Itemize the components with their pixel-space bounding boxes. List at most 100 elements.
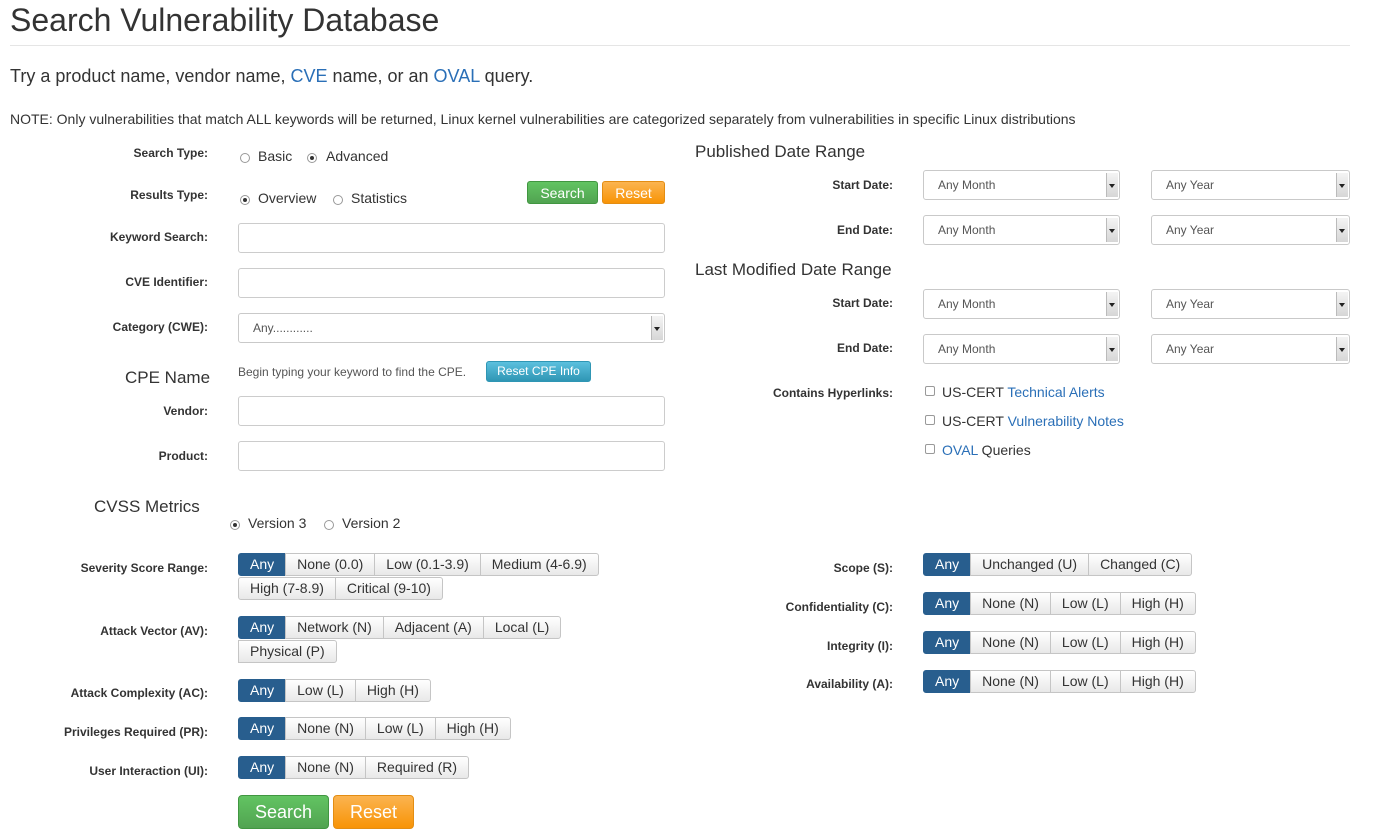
technical-alerts-checkbox[interactable] <box>925 386 935 396</box>
cvss-version3-label: Version 3 <box>248 515 307 531</box>
pr-high-button[interactable]: High (H) <box>434 717 511 740</box>
published-end-year-select[interactable]: Any Year <box>1151 215 1350 245</box>
severity-segment-row2: High (7-8.9) Critical (9-10) <box>238 577 443 600</box>
chevron-down-icon <box>651 316 663 340</box>
pr-any-button[interactable]: Any <box>238 717 287 740</box>
int-low-button[interactable]: Low (L) <box>1049 631 1121 654</box>
vendor-label: Vendor: <box>163 404 208 418</box>
int-high-button[interactable]: High (H) <box>1119 631 1196 654</box>
product-label: Product: <box>158 449 208 463</box>
ac-high-button[interactable]: High (H) <box>354 679 431 702</box>
reset-button-bottom[interactable]: Reset <box>333 795 414 829</box>
avail-low-button[interactable]: Low (L) <box>1049 670 1121 693</box>
severity-none-button[interactable]: None (0.0) <box>285 553 376 576</box>
published-start-month-select[interactable]: Any Month <box>923 170 1120 200</box>
av-local-button[interactable]: Local (L) <box>482 616 562 639</box>
results-type-overview-radio[interactable] <box>240 195 250 205</box>
keyword-search-input[interactable] <box>238 223 665 253</box>
technical-alerts-link[interactable]: Technical Alerts <box>1007 384 1104 400</box>
published-end-date-label: End Date: <box>836 223 893 237</box>
severity-critical-button[interactable]: Critical (9-10) <box>334 577 443 600</box>
oval-queries-link[interactable]: OVAL <box>942 442 978 458</box>
avail-any-button[interactable]: Any <box>923 670 972 693</box>
vulnerability-notes-link[interactable]: Vulnerability Notes <box>1008 413 1124 429</box>
av-physical-button[interactable]: Physical (P) <box>238 640 337 663</box>
published-date-range-heading: Published Date Range <box>695 142 866 161</box>
pr-low-button[interactable]: Low (L) <box>364 717 436 740</box>
published-start-year-select[interactable]: Any Year <box>1151 170 1350 200</box>
scope-unchanged-button[interactable]: Unchanged (U) <box>970 553 1090 576</box>
chevron-down-icon <box>1336 337 1348 361</box>
intro-text: Try a product name, vendor name, CVE nam… <box>10 66 534 86</box>
product-input[interactable] <box>238 441 665 471</box>
attack-complexity-segment: Any Low (L) High (H) <box>238 679 431 702</box>
ui-none-button[interactable]: None (N) <box>285 756 366 779</box>
oval-queries-label: OVAL Queries <box>942 442 1031 458</box>
reset-cpe-info-button[interactable]: Reset CPE Info <box>486 361 591 382</box>
search-button-bottom[interactable]: Search <box>238 795 329 829</box>
search-type-basic-label: Basic <box>258 148 293 164</box>
search-type-basic-radio[interactable] <box>240 153 250 163</box>
conf-none-button[interactable]: None (N) <box>970 592 1051 615</box>
ac-low-button[interactable]: Low (L) <box>285 679 356 702</box>
severity-score-label: Severity Score Range: <box>80 561 208 575</box>
vulnerability-notes-checkbox[interactable] <box>925 415 935 425</box>
modified-start-month-select[interactable]: Any Month <box>923 289 1120 319</box>
privileges-required-label: Privileges Required (PR): <box>63 725 208 739</box>
reset-button-top[interactable]: Reset <box>602 181 665 204</box>
category-cwe-select[interactable]: Any............ <box>238 313 665 343</box>
scope-label: Scope (S): <box>833 561 893 575</box>
cvss-version2-radio[interactable] <box>324 520 334 530</box>
results-type-label: Results Type: <box>130 188 208 202</box>
confidentiality-label: Confidentiality (C): <box>785 600 893 614</box>
availability-label: Availability (A): <box>806 677 893 691</box>
pr-none-button[interactable]: None (N) <box>285 717 366 740</box>
int-any-button[interactable]: Any <box>923 631 972 654</box>
privileges-required-segment: Any None (N) Low (L) High (H) <box>238 717 511 740</box>
scope-any-button[interactable]: Any <box>923 553 972 576</box>
cve-link[interactable]: CVE <box>290 66 327 86</box>
ui-any-button[interactable]: Any <box>238 756 287 779</box>
last-modified-date-range-heading: Last Modified Date Range <box>695 260 892 279</box>
int-none-button[interactable]: None (N) <box>970 631 1051 654</box>
avail-none-button[interactable]: None (N) <box>970 670 1051 693</box>
oval-link[interactable]: OVAL <box>434 66 480 86</box>
conf-high-button[interactable]: High (H) <box>1119 592 1196 615</box>
severity-medium-button[interactable]: Medium (4-6.9) <box>479 553 599 576</box>
ui-required-button[interactable]: Required (R) <box>364 756 470 779</box>
avail-high-button[interactable]: High (H) <box>1119 670 1196 693</box>
search-type-advanced-radio[interactable] <box>307 153 317 163</box>
chevron-down-icon <box>1106 292 1118 316</box>
vendor-input[interactable] <box>238 396 665 426</box>
conf-any-button[interactable]: Any <box>923 592 972 615</box>
ac-any-button[interactable]: Any <box>238 679 287 702</box>
results-type-overview-label: Overview <box>258 190 317 206</box>
severity-low-button[interactable]: Low (0.1-3.9) <box>374 553 481 576</box>
cve-identifier-input[interactable] <box>238 268 665 298</box>
cpe-name-heading: CPE Name <box>125 368 211 387</box>
scope-segment: Any Unchanged (U) Changed (C) <box>923 553 1193 576</box>
user-interaction-label: User Interaction (UI): <box>89 764 208 778</box>
page-title: Search Vulnerability Database <box>10 2 440 38</box>
published-end-month-select[interactable]: Any Month <box>923 215 1120 245</box>
modified-end-month-select[interactable]: Any Month <box>923 334 1120 364</box>
results-type-statistics-label: Statistics <box>351 190 408 206</box>
user-interaction-segment: Any None (N) Required (R) <box>238 756 470 779</box>
av-adjacent-button[interactable]: Adjacent (A) <box>382 616 484 639</box>
vulnerability-notes-label: US-CERT Vulnerability Notes <box>942 413 1124 429</box>
modified-end-year-select[interactable]: Any Year <box>1151 334 1350 364</box>
severity-any-button[interactable]: Any <box>238 553 287 576</box>
chevron-down-icon <box>1336 218 1348 242</box>
search-button-top[interactable]: Search <box>527 181 598 204</box>
modified-end-date-label: End Date: <box>836 341 893 355</box>
av-network-button[interactable]: Network (N) <box>285 616 384 639</box>
conf-low-button[interactable]: Low (L) <box>1049 592 1121 615</box>
oval-queries-checkbox[interactable] <box>925 444 935 454</box>
cvss-version3-radio[interactable] <box>230 520 240 530</box>
cve-identifier-label: CVE Identifier: <box>125 275 208 289</box>
av-any-button[interactable]: Any <box>238 616 287 639</box>
severity-high-button[interactable]: High (7-8.9) <box>238 577 336 600</box>
results-type-statistics-radio[interactable] <box>333 195 343 205</box>
scope-changed-button[interactable]: Changed (C) <box>1088 553 1193 576</box>
modified-start-year-select[interactable]: Any Year <box>1151 289 1350 319</box>
